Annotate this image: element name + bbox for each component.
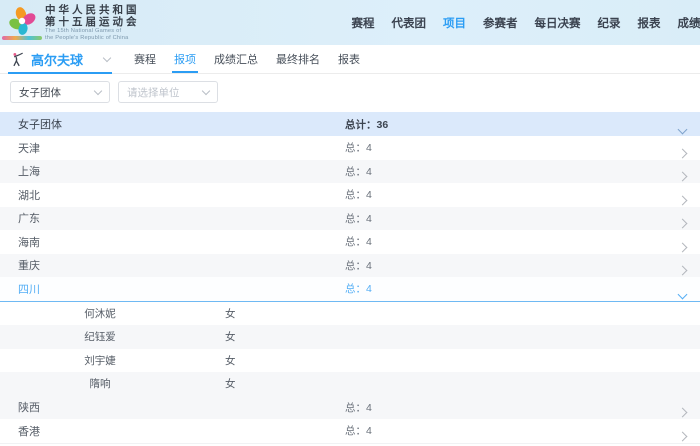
chevron-right-icon [678, 148, 688, 158]
athlete-name: 纪钰爱 [40, 329, 160, 344]
row-total: 总：4 [345, 281, 372, 296]
table-row-sichuan[interactable]: 四川 总：4 [0, 277, 700, 302]
table-group-header[interactable]: 女子团体 总计：36 [0, 112, 700, 136]
athlete-name: 隋响 [40, 376, 160, 391]
nav-item-results-book[interactable]: 成绩册 [678, 15, 700, 31]
chevron-right-icon [678, 195, 688, 205]
chevron-right-icon [678, 431, 688, 441]
region-label: 天津 [18, 140, 40, 156]
region-label: 广东 [18, 210, 40, 226]
top-header: 中华人民共和国 第十五届运动会 The 15th National Games … [0, 0, 700, 45]
athlete-name: 刘宇婕 [40, 353, 160, 368]
tab-reports[interactable]: 报表 [338, 45, 360, 73]
region-label: 上海 [18, 163, 40, 179]
athlete-row[interactable]: 何沐妮 女 [0, 302, 700, 326]
nav-item-schedule[interactable]: 赛程 [352, 15, 375, 31]
logo-title-cn-1: 中华人民共和国 [45, 4, 140, 16]
nav-item-events[interactable]: 项目 [443, 15, 466, 31]
nav-item-reports[interactable]: 报表 [638, 15, 661, 31]
games-emblem-icon [8, 6, 38, 38]
sport-selector[interactable]: 高尔夫球 [0, 45, 112, 73]
athlete-row[interactable]: 纪钰爱 女 [0, 325, 700, 349]
athlete-row[interactable]: 刘宇婕 女 [0, 349, 700, 373]
table-row-shanghai[interactable]: 上海 总：4 [0, 160, 700, 184]
nav-item-delegations[interactable]: 代表团 [392, 15, 427, 31]
table-row-hubei[interactable]: 湖北 总：4 [0, 183, 700, 207]
region-label: 湖北 [18, 187, 40, 203]
athlete-gender: 女 [225, 306, 236, 321]
row-total: 总：4 [345, 400, 372, 415]
filter-bar: 女子团体 请选择单位 [0, 74, 700, 112]
table-row-tianjin[interactable]: 天津 总：4 [0, 136, 700, 160]
unit-select-placeholder: 请选择单位 [127, 85, 180, 100]
table-row-shaanxi[interactable]: 陕西 总：4 [0, 396, 700, 420]
row-total: 总：4 [345, 234, 372, 249]
main-nav: 赛程 代表团 项目 参赛者 每日决赛 纪录 报表 成绩册 [352, 15, 700, 31]
chevron-right-icon [678, 266, 688, 276]
games-logo: 中华人民共和国 第十五届运动会 The 15th National Games … [0, 4, 140, 42]
sport-subheader: 高尔夫球 赛程 报项 成绩汇总 最终排名 报表 [0, 45, 700, 74]
chevron-down-icon [94, 87, 102, 95]
unit-select[interactable]: 请选择单位 [118, 81, 218, 103]
row-total: 总：4 [345, 164, 372, 179]
group-header-total: 总计：36 [345, 117, 388, 132]
row-total: 总：4 [345, 140, 372, 155]
region-label: 四川 [18, 281, 40, 297]
athlete-row[interactable]: 隋响 女 [0, 372, 700, 396]
tab-results-summary[interactable]: 成绩汇总 [214, 45, 258, 73]
chevron-right-icon [678, 408, 688, 418]
entries-table: 女子团体 总计：36 天津 总：4 上海 总：4 湖北 总：4 广东 总：4 海… [0, 112, 700, 444]
athlete-gender: 女 [225, 329, 236, 344]
logo-caption-strip [2, 36, 42, 40]
chevron-down-icon [678, 125, 688, 135]
tab-schedule[interactable]: 赛程 [134, 45, 156, 73]
nav-item-records[interactable]: 纪录 [598, 15, 621, 31]
logo-text: 中华人民共和国 第十五届运动会 The 15th National Games … [45, 4, 140, 42]
region-label: 海南 [18, 234, 40, 250]
chevron-right-icon [678, 242, 688, 252]
event-select-value: 女子团体 [19, 85, 61, 100]
chevron-down-icon [103, 54, 111, 62]
athlete-gender: 女 [225, 353, 236, 368]
row-total: 总：4 [345, 423, 372, 438]
athlete-name: 何沐妮 [40, 306, 160, 321]
group-header-label: 女子团体 [18, 116, 62, 132]
nav-item-participants[interactable]: 参赛者 [483, 15, 518, 31]
chevron-right-icon [678, 219, 688, 229]
table-row-chongqing[interactable]: 重庆 总：4 [0, 254, 700, 278]
chevron-right-icon [678, 172, 688, 182]
row-total: 总：4 [345, 211, 372, 226]
tab-entries[interactable]: 报项 [174, 45, 196, 73]
athlete-gender: 女 [225, 376, 236, 391]
sport-selector-value: 高尔夫球 [31, 50, 83, 69]
table-row-hongkong[interactable]: 香港 总：4 [0, 419, 700, 444]
row-total: 总：4 [345, 187, 372, 202]
chevron-down-icon [202, 87, 210, 95]
region-label: 重庆 [18, 257, 40, 273]
region-label: 香港 [18, 423, 40, 439]
logo-subtitle-en-1: The 15th National Games of [45, 28, 135, 35]
logo-subtitle-en-2: the People's Republic of China [45, 35, 135, 42]
event-select[interactable]: 女子团体 [10, 81, 110, 103]
table-row-guangdong[interactable]: 广东 总：4 [0, 207, 700, 231]
chevron-down-icon [678, 289, 688, 299]
tab-final-ranking[interactable]: 最终排名 [276, 45, 320, 73]
row-total: 总：4 [345, 258, 372, 273]
sport-tabs: 赛程 报项 成绩汇总 最终排名 报表 [134, 45, 360, 73]
table-row-hainan[interactable]: 海南 总：4 [0, 230, 700, 254]
nav-item-daily-finals[interactable]: 每日决赛 [535, 15, 581, 31]
app-window: 中华人民共和国 第十五届运动会 The 15th National Games … [0, 0, 700, 446]
golfer-icon [10, 52, 25, 67]
region-label: 陕西 [18, 399, 40, 415]
logo-title-cn-2: 第十五届运动会 [45, 16, 140, 28]
